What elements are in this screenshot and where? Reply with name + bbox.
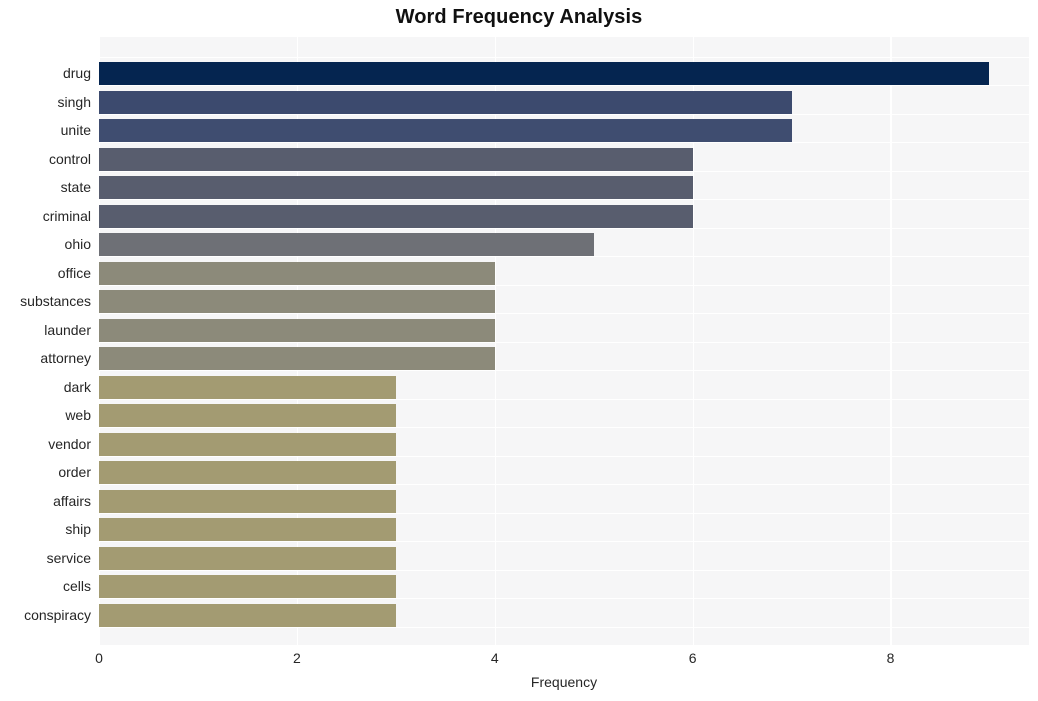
y-axis-tick-label: service bbox=[46, 549, 91, 566]
bar-row[interactable] bbox=[99, 544, 1029, 573]
bar-row[interactable] bbox=[99, 401, 1029, 430]
bar[interactable] bbox=[99, 432, 396, 456]
y-axis-tick-label: cells bbox=[62, 578, 91, 594]
bar[interactable] bbox=[99, 347, 495, 370]
bar[interactable] bbox=[99, 290, 495, 313]
y-axis-tick-label: launder bbox=[44, 321, 91, 338]
bar[interactable] bbox=[99, 546, 396, 570]
bar-row[interactable] bbox=[99, 145, 1029, 174]
bar[interactable] bbox=[99, 575, 396, 598]
x-axis-title: Frequency bbox=[530, 674, 598, 690]
y-axis-tick-labels: drug singh unite control state criminal ohio of… bbox=[0, 37, 91, 645]
y-axis-tick-label: office bbox=[57, 264, 91, 281]
y-axis-tick-label: control bbox=[48, 150, 91, 167]
bar-row[interactable] bbox=[99, 458, 1029, 487]
x-axis-tick-label: 4 bbox=[490, 650, 499, 666]
gridline-horizontal bbox=[99, 56, 1029, 58]
bar-row[interactable] bbox=[99, 202, 1029, 231]
y-axis-tick-label: dark bbox=[63, 378, 91, 395]
y-axis-tick-label: ship bbox=[65, 521, 91, 537]
y-axis-tick-label: conspiracy bbox=[24, 606, 91, 623]
bar[interactable] bbox=[99, 176, 693, 199]
x-axis-tick-label: 6 bbox=[688, 650, 697, 666]
bar[interactable] bbox=[99, 404, 396, 427]
bar-row[interactable] bbox=[99, 259, 1029, 288]
bar-row[interactable] bbox=[99, 344, 1029, 373]
y-axis-tick-label: drug bbox=[62, 65, 91, 81]
y-axis-tick-label: order bbox=[58, 464, 91, 480]
y-axis-tick-label: attorney bbox=[40, 350, 91, 366]
bar-row[interactable] bbox=[99, 430, 1029, 459]
bar-row[interactable] bbox=[99, 487, 1029, 516]
x-axis-tick-labels: 0 2 4 6 8 bbox=[0, 650, 1038, 672]
bar-row[interactable] bbox=[99, 88, 1029, 117]
y-axis-tick-label: unite bbox=[60, 122, 91, 138]
bar[interactable] bbox=[99, 489, 396, 513]
plot-area bbox=[99, 37, 1029, 645]
bar-row[interactable] bbox=[99, 316, 1029, 345]
bar-row[interactable] bbox=[99, 59, 1029, 88]
y-axis-tick-label: ohio bbox=[64, 236, 91, 252]
chart-title: Word Frequency Analysis bbox=[395, 6, 643, 28]
y-axis-tick-label: vendor bbox=[48, 435, 91, 452]
y-axis-tick-label: substances bbox=[20, 293, 91, 309]
bar-row[interactable] bbox=[99, 230, 1029, 259]
bar-row[interactable] bbox=[99, 373, 1029, 402]
bar[interactable] bbox=[99, 119, 792, 142]
x-axis-tick-label: 2 bbox=[292, 650, 301, 666]
y-axis-tick-label: singh bbox=[57, 93, 91, 110]
bar-row[interactable] bbox=[99, 116, 1029, 145]
y-axis-tick-label: affairs bbox=[53, 492, 91, 509]
bar-row[interactable] bbox=[99, 515, 1029, 544]
bar[interactable] bbox=[99, 375, 396, 399]
bar[interactable] bbox=[99, 461, 396, 484]
bar[interactable] bbox=[99, 261, 495, 285]
bar[interactable] bbox=[99, 147, 693, 171]
bar[interactable] bbox=[99, 233, 594, 256]
bar[interactable] bbox=[99, 318, 495, 342]
bar[interactable] bbox=[99, 518, 396, 541]
bar[interactable] bbox=[99, 62, 990, 85]
chart-figure: Word Frequency Analysis drug singh unite co… bbox=[0, 0, 1038, 701]
bar-row[interactable] bbox=[99, 287, 1029, 316]
bar-row[interactable] bbox=[99, 173, 1029, 202]
bar-row[interactable] bbox=[99, 572, 1029, 601]
x-axis-tick-label: 8 bbox=[886, 650, 895, 666]
bar[interactable] bbox=[99, 90, 792, 114]
y-axis-tick-label: criminal bbox=[42, 207, 91, 224]
bar[interactable] bbox=[99, 603, 396, 627]
x-axis-tick-label: 0 bbox=[95, 650, 103, 666]
bar-row[interactable] bbox=[99, 601, 1029, 630]
y-axis-tick-label: state bbox=[60, 179, 91, 195]
bar[interactable] bbox=[99, 204, 693, 228]
y-axis-tick-label: web bbox=[65, 407, 91, 423]
